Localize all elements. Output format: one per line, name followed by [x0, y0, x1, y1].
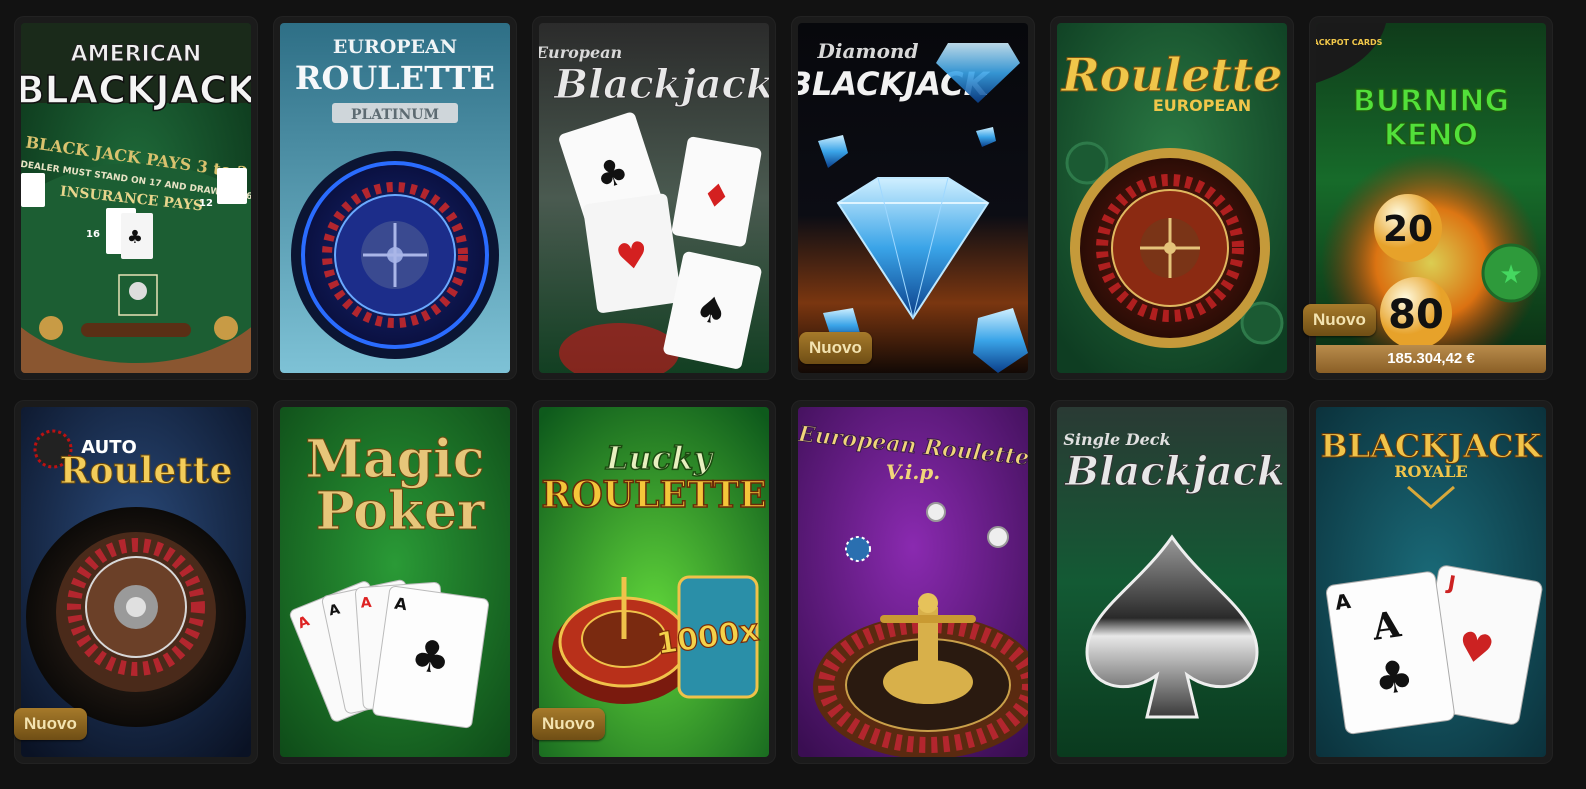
svg-text:♣: ♣: [1371, 650, 1417, 706]
game-title: KENO: [1384, 118, 1478, 153]
svg-text:♣: ♣: [408, 630, 454, 686]
new-badge: Nuovo: [799, 332, 872, 364]
hand-value: 12: [199, 198, 213, 209]
game-thumbnail: BLACKJACK ROYALE J ♥ A A ♣: [1316, 407, 1546, 757]
game-title-top: Diamond: [817, 39, 919, 63]
game-tile-diamond-blackjack[interactable]: Diamond BLACKJACK Nuovo: [791, 16, 1035, 380]
game-thumbnail: AUTO Roulette: [21, 407, 251, 757]
game-thumbnail: Roulette EUROPEAN: [1057, 23, 1287, 373]
game-title-top: Single Deck: [1063, 430, 1170, 449]
game-tile-single-deck-blackjack[interactable]: Single Deck Blackjack: [1050, 400, 1294, 764]
svg-text:A: A: [360, 595, 372, 612]
keno-ball: 80: [1388, 292, 1444, 338]
game-title-top: European: [539, 43, 622, 62]
game-thumbnail: BLACK JACK PAYS 3 to 2 DEALER MUST STAND…: [21, 23, 251, 373]
new-badge: Nuovo: [532, 708, 605, 740]
game-tile-european-roulette-vip[interactable]: European Roulette V.i.p.: [791, 400, 1035, 764]
game-thumbnail: Lucky ROULETTE 1000x: [539, 407, 769, 757]
game-grid: BLACK JACK PAYS 3 to 2 DEALER MUST STAND…: [14, 16, 1553, 764]
game-title: Roulette: [60, 450, 233, 492]
new-badge: Nuovo: [1303, 304, 1376, 336]
game-tile-european-blackjack[interactable]: European Blackjack ♣ ♦ ♥ ♠: [532, 16, 776, 380]
game-subtitle: PLATINUM: [351, 107, 439, 123]
game-title: Poker: [316, 481, 486, 542]
game-tile-magic-poker[interactable]: Magic Poker A A A A ♣: [273, 400, 517, 764]
game-title: Blackjack: [1064, 448, 1284, 495]
game-title-top: BLACKJACK: [1321, 427, 1543, 465]
game-title: ROULETTE: [295, 59, 495, 97]
game-title: V.i.p.: [886, 460, 941, 484]
game-thumbnail: European Roulette V.i.p.: [798, 407, 1028, 757]
game-thumbnail: Single Deck Blackjack: [1057, 407, 1287, 757]
game-title: Blackjack: [553, 61, 769, 108]
game-tile-roulette-european[interactable]: Roulette EUROPEAN: [1050, 16, 1294, 380]
keno-ball: 20: [1383, 209, 1433, 250]
game-tile-lucky-roulette[interactable]: Lucky ROULETTE 1000x Nuovo: [532, 400, 776, 764]
game-title-top: EUROPEAN: [333, 36, 457, 58]
new-badge: Nuovo: [14, 708, 87, 740]
game-thumbnail: Diamond BLACKJACK: [798, 23, 1028, 373]
game-tile-european-roulette-platinum[interactable]: EUROPEAN ROULETTE PLATINUM: [273, 16, 517, 380]
svg-text:♥: ♥: [613, 234, 651, 279]
svg-text:♣: ♣: [127, 227, 143, 248]
game-tile-american-blackjack[interactable]: BLACK JACK PAYS 3 to 2 DEALER MUST STAND…: [14, 16, 258, 380]
game-thumbnail: European Blackjack ♣ ♦ ♥ ♠: [539, 23, 769, 373]
game-title: ROULETTE: [541, 474, 766, 516]
game-title-top: AMERICAN: [71, 42, 202, 67]
game-title: Roulette: [1060, 48, 1283, 102]
game-tile-blackjack-royale[interactable]: BLACKJACK ROYALE J ♥ A A ♣: [1309, 400, 1553, 764]
svg-text:★: ★: [1499, 260, 1522, 290]
game-thumbnail: EUROPEAN ROULETTE PLATINUM: [280, 23, 510, 373]
jackpot-amount: 185.304,42 €: [1316, 345, 1546, 373]
game-title-top: BURNING: [1353, 84, 1509, 119]
game-title-top: Lucky: [605, 439, 714, 477]
game-tile-auto-roulette[interactable]: AUTO Roulette Nuovo: [14, 400, 258, 764]
game-subtitle: EUROPEAN: [1153, 96, 1251, 115]
game-thumbnail: Magic Poker A A A A ♣: [280, 407, 510, 757]
game-title: BLACKJACK: [21, 68, 251, 112]
game-tile-burning-keno[interactable]: JACKPOT CARDS BURNING KENO ★ 20 80 Nuovo…: [1303, 16, 1553, 380]
brand-logo: JACKPOT CARDS: [1316, 38, 1383, 47]
hand-value: 16: [86, 229, 100, 240]
game-title: ROYALE: [1394, 462, 1468, 481]
